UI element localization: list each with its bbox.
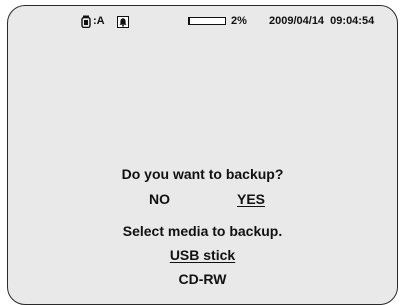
no-option[interactable]: NO: [149, 191, 170, 207]
bell-alarm-icon: [117, 15, 129, 28]
datetime-display: 2009/04/14 09:04:54: [269, 15, 375, 27]
yes-option[interactable]: YES: [237, 191, 265, 207]
media-option-cdrw-row: CD-RW: [0, 271, 405, 287]
media-option-cdrw[interactable]: CD-RW: [179, 271, 227, 287]
disk-usage-bar: [188, 17, 226, 25]
media-prompt: Select media to backup.: [122, 223, 283, 239]
media-option-usb[interactable]: USB stick: [170, 247, 235, 263]
media-option-usb-row: USB stick: [0, 247, 405, 263]
backup-question: Do you want to backup?: [121, 166, 284, 182]
disk-usage-percent: 2%: [231, 15, 247, 27]
disk-usage-fill: [189, 18, 190, 24]
camera-icon: [81, 15, 91, 29]
camera-label: :A: [93, 15, 105, 27]
